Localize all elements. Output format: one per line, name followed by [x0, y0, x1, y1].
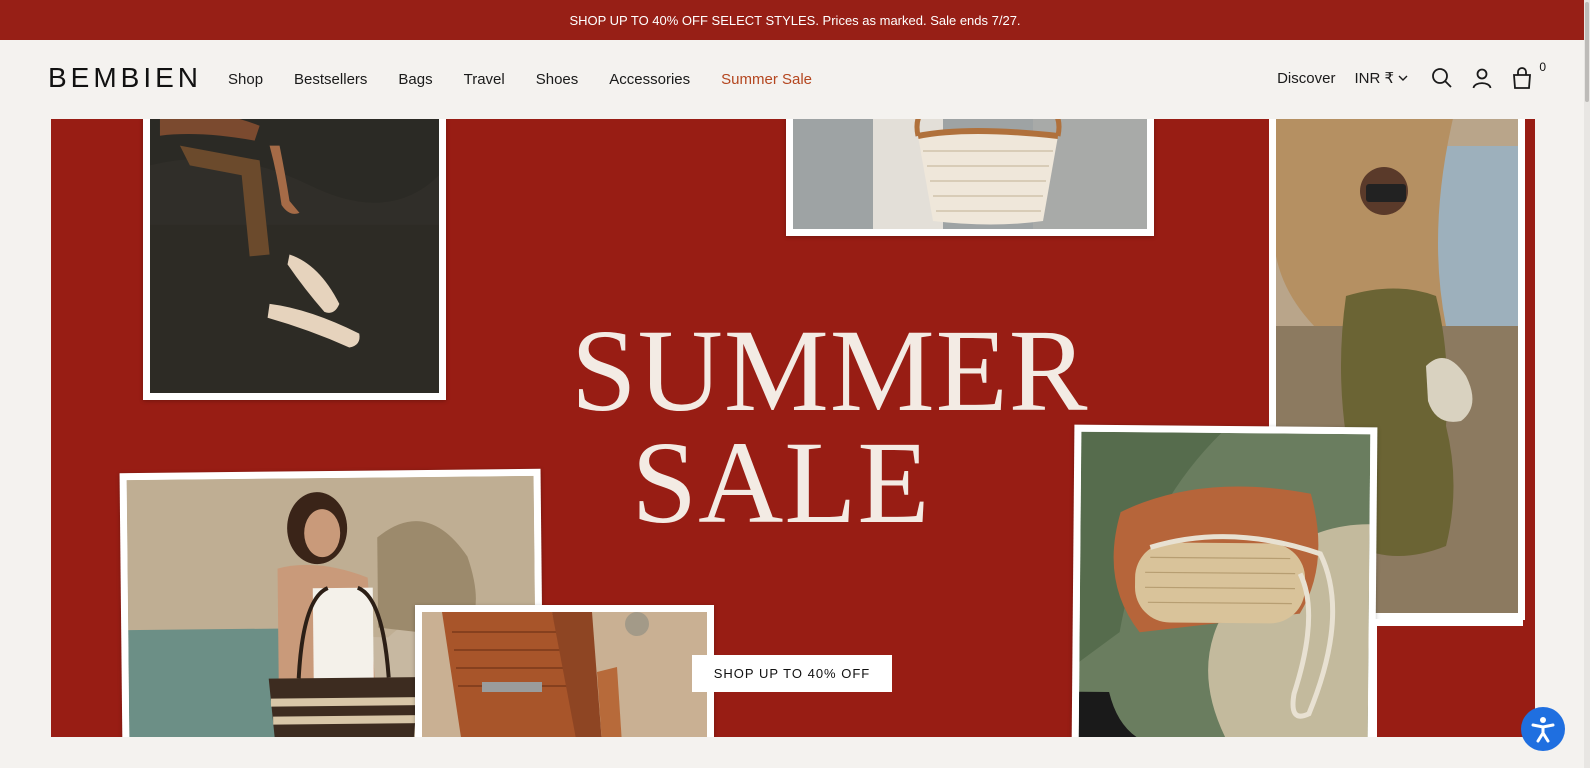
hero-headline: SUMMER SALE [571, 305, 1089, 548]
menu-item-shop[interactable]: Shop [228, 71, 263, 88]
menu-item-travel[interactable]: Travel [464, 71, 505, 88]
menu-item-bags[interactable]: Bags [398, 71, 432, 88]
menu-item-shoes[interactable]: Shoes [536, 71, 579, 88]
cart-count: 0 [1539, 60, 1546, 74]
account-button[interactable] [1470, 66, 1494, 90]
main-menu: Shop Bestsellers Bags Travel Shoes Acces… [228, 71, 812, 88]
shop-sale-button[interactable]: SHOP UP TO 40% OFF [692, 655, 892, 692]
page-scrollbar[interactable] [1584, 0, 1590, 768]
photo-woven-basket-bag [786, 119, 1154, 236]
menu-item-accessories[interactable]: Accessories [609, 71, 690, 88]
scrollbar-thumb[interactable] [1585, 2, 1589, 102]
basket-bag-image [793, 119, 1147, 229]
decorative-red-panel [1370, 619, 1523, 737]
search-button[interactable] [1430, 66, 1454, 90]
currency-label: INR ₹ [1354, 70, 1394, 87]
chevron-down-icon [1398, 75, 1408, 81]
cart-icon [1513, 67, 1531, 89]
photo-sandals-on-water [143, 119, 446, 400]
brand-logo[interactable]: BEMBIEN [48, 62, 202, 94]
promo-text[interactable]: SHOP UP TO 40% OFF SELECT STYLES. Prices… [569, 13, 1020, 28]
accessibility-button[interactable] [1521, 707, 1565, 751]
headline-line-1: SUMMER [571, 305, 1089, 436]
main-header: BEMBIEN Shop Bestsellers Bags Travel Sho… [0, 40, 1590, 119]
photo-raffia-crossbody-bag [1071, 424, 1378, 737]
accessibility-icon [1531, 717, 1555, 743]
headline-line-2: SALE [631, 417, 931, 548]
currency-selector[interactable]: INR ₹ [1354, 69, 1408, 87]
summer-sale-hero[interactable]: SUMMER SALE SHOP UP TO 40% OFF [51, 119, 1535, 737]
sandals-image [150, 119, 439, 393]
promo-bar[interactable]: SHOP UP TO 40% OFF SELECT STYLES. Prices… [0, 0, 1590, 40]
account-icon [1472, 68, 1492, 89]
discover-link[interactable]: Discover [1277, 70, 1335, 87]
header-utilities: Discover INR ₹ 0 [1277, 60, 1546, 90]
crossbody-bag-image [1078, 431, 1371, 737]
wallet-image [422, 612, 707, 737]
menu-item-summer-sale[interactable]: Summer Sale [721, 71, 812, 88]
cart-button[interactable]: 0 [1510, 60, 1546, 90]
search-icon [1432, 68, 1452, 88]
menu-item-bestsellers[interactable]: Bestsellers [294, 71, 367, 88]
photo-leather-wallet [415, 605, 714, 737]
